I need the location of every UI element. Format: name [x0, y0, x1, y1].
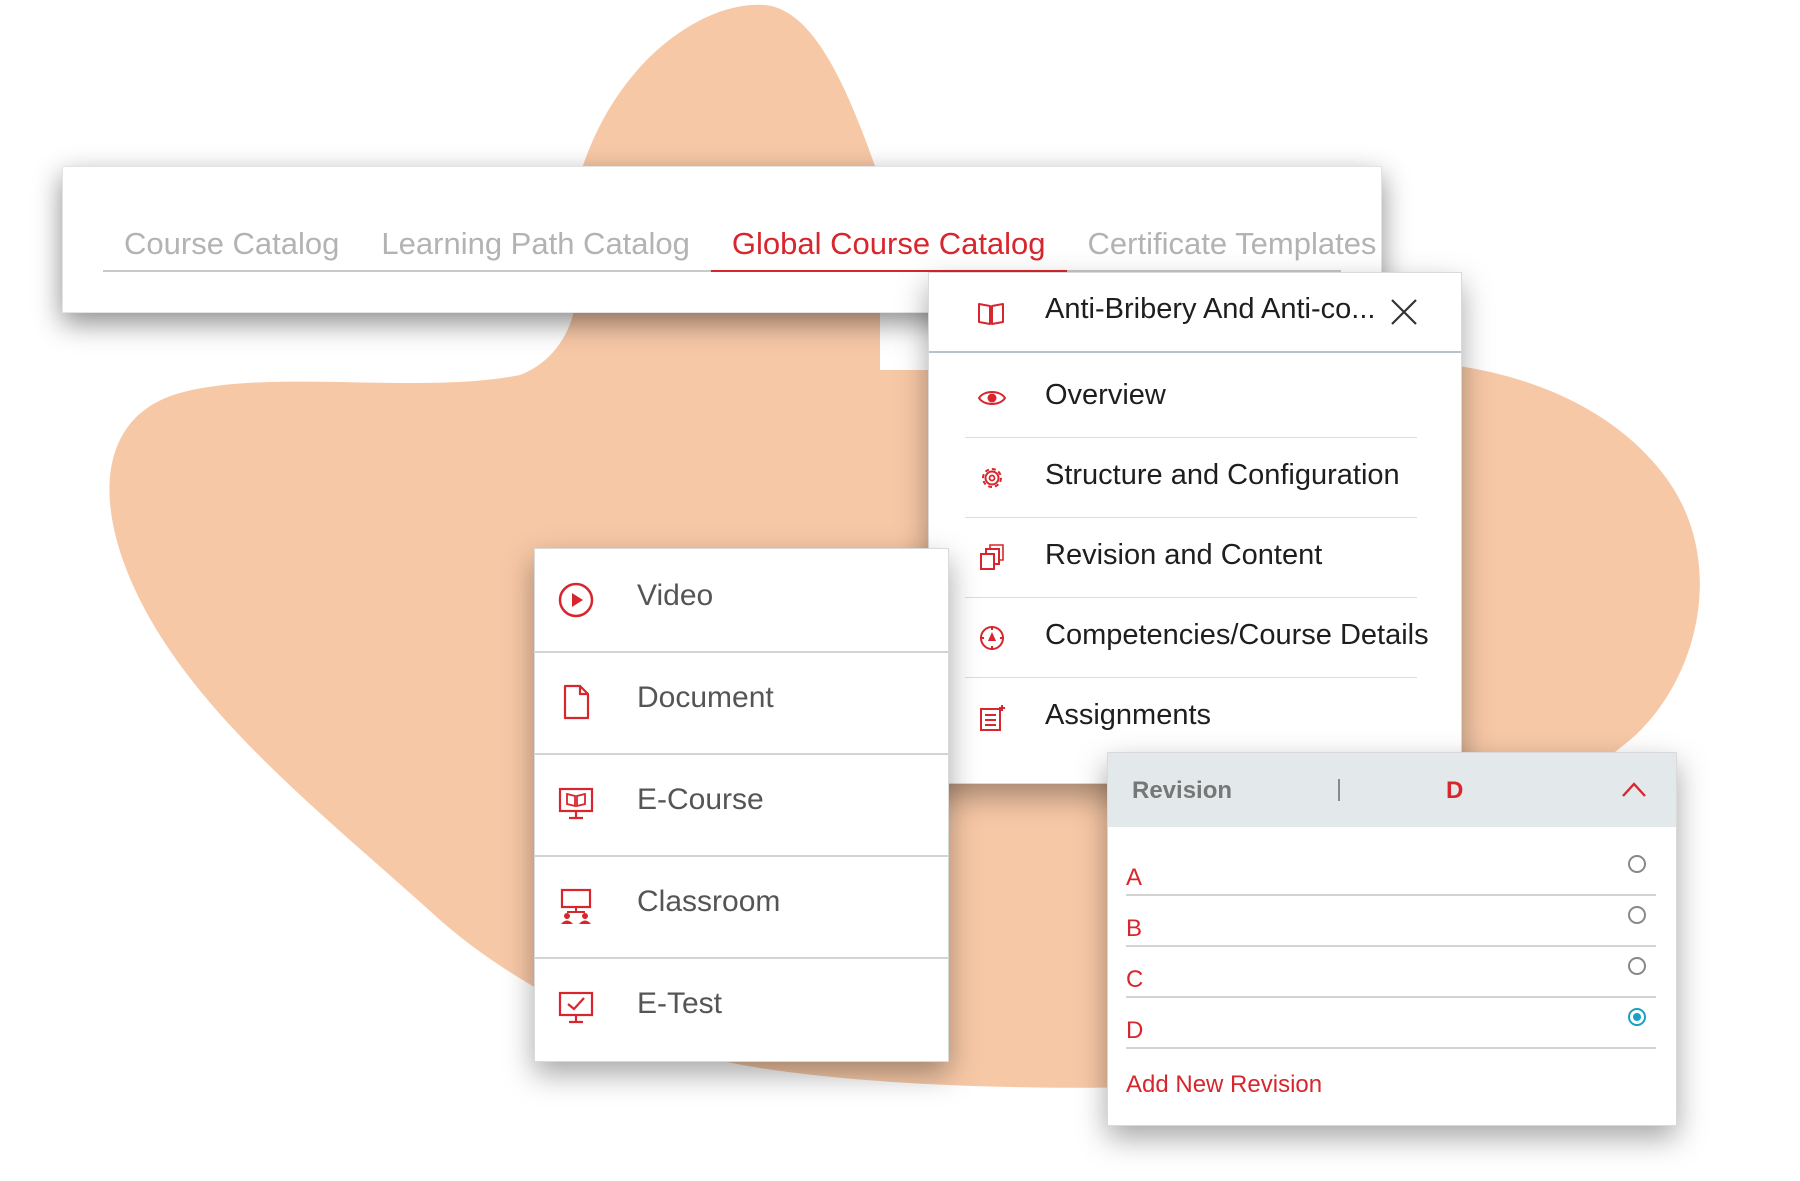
menu-item-label: Competencies/Course Details [1045, 619, 1429, 651]
tab-learning-path-catalog[interactable]: Learning Path Catalog [360, 219, 711, 270]
revision-selected-value: D [1446, 777, 1464, 804]
content-type-label: Classroom [637, 885, 781, 918]
revision-option-label: B [1126, 915, 1143, 942]
revision-label: Revision [1132, 777, 1233, 804]
menu-item-label: Assignments [1045, 699, 1212, 731]
revision-radio-c[interactable] [1628, 957, 1646, 975]
revision-dropdown-header[interactable]: Revision D [1108, 753, 1676, 827]
content-type-menu: Video Document E-Course Classroom E-Test [534, 548, 949, 1062]
content-type-label: E-Course [637, 783, 764, 816]
monitor-check-icon [558, 991, 594, 1024]
content-type-classroom[interactable]: Classroom [535, 855, 948, 959]
document-icon [563, 684, 590, 720]
revision-option-label: C [1126, 966, 1144, 993]
assignment-icon [980, 705, 1005, 731]
menu-item-label: Structure and Configuration [1045, 459, 1400, 491]
eye-icon [977, 391, 1007, 405]
menu-item-assignments[interactable]: Assignments [965, 677, 1417, 757]
content-type-label: Document [637, 681, 774, 714]
compass-icon [980, 626, 1004, 650]
revision-option-d[interactable]: D [1126, 996, 1656, 1049]
tab-certificate-templates[interactable]: Certificate Templates [1067, 219, 1398, 270]
catalog-tabs: Course Catalog Learning Path Catalog Glo… [103, 219, 1376, 272]
revision-radio-b[interactable] [1628, 906, 1646, 924]
tab-course-catalog[interactable]: Course Catalog [103, 219, 360, 270]
copy-icon [980, 544, 1004, 570]
menu-item-label: Revision and Content [1045, 539, 1323, 571]
revision-divider [1338, 779, 1340, 801]
revision-panel: Revision D A B C D Add New Revision [1107, 752, 1677, 1126]
revision-radio-a[interactable] [1628, 855, 1646, 873]
close-icon[interactable] [1389, 297, 1419, 327]
book-icon [978, 303, 1004, 325]
classroom-icon [560, 888, 592, 924]
content-type-etest[interactable]: E-Test [535, 957, 948, 1059]
content-type-ecourse[interactable]: E-Course [535, 753, 948, 857]
revision-option-a[interactable]: A [1126, 843, 1656, 896]
course-menu-header: Anti-Bribery And Anti-co... [929, 273, 1461, 353]
chevron-up-icon[interactable] [1620, 779, 1648, 799]
content-type-label: Video [637, 579, 714, 612]
monitor-book-icon [558, 787, 594, 820]
menu-item-revision-content[interactable]: Revision and Content [965, 517, 1417, 598]
menu-item-overview[interactable]: Overview [965, 357, 1417, 438]
add-new-revision-link[interactable]: Add New Revision [1126, 1071, 1322, 1099]
content-type-video[interactable]: Video [535, 549, 948, 653]
tab-global-course-catalog[interactable]: Global Course Catalog [710, 219, 1067, 272]
revision-option-label: D [1126, 1017, 1144, 1044]
play-icon [558, 582, 594, 618]
revision-radio-d[interactable] [1628, 1008, 1646, 1026]
course-title: Anti-Bribery And Anti-co... [1045, 293, 1376, 325]
revision-option-c[interactable]: C [1126, 945, 1656, 998]
menu-item-competencies[interactable]: Competencies/Course Details [965, 597, 1429, 678]
revision-option-b[interactable]: B [1126, 894, 1656, 947]
content-type-document[interactable]: Document [535, 651, 948, 755]
course-menu: Anti-Bribery And Anti-co... Overview Str… [928, 272, 1462, 784]
menu-item-label: Overview [1045, 379, 1166, 411]
menu-item-structure[interactable]: Structure and Configuration [965, 437, 1417, 518]
gear-icon [982, 468, 1002, 488]
content-type-label: E-Test [637, 987, 723, 1020]
revision-option-label: A [1126, 864, 1143, 891]
